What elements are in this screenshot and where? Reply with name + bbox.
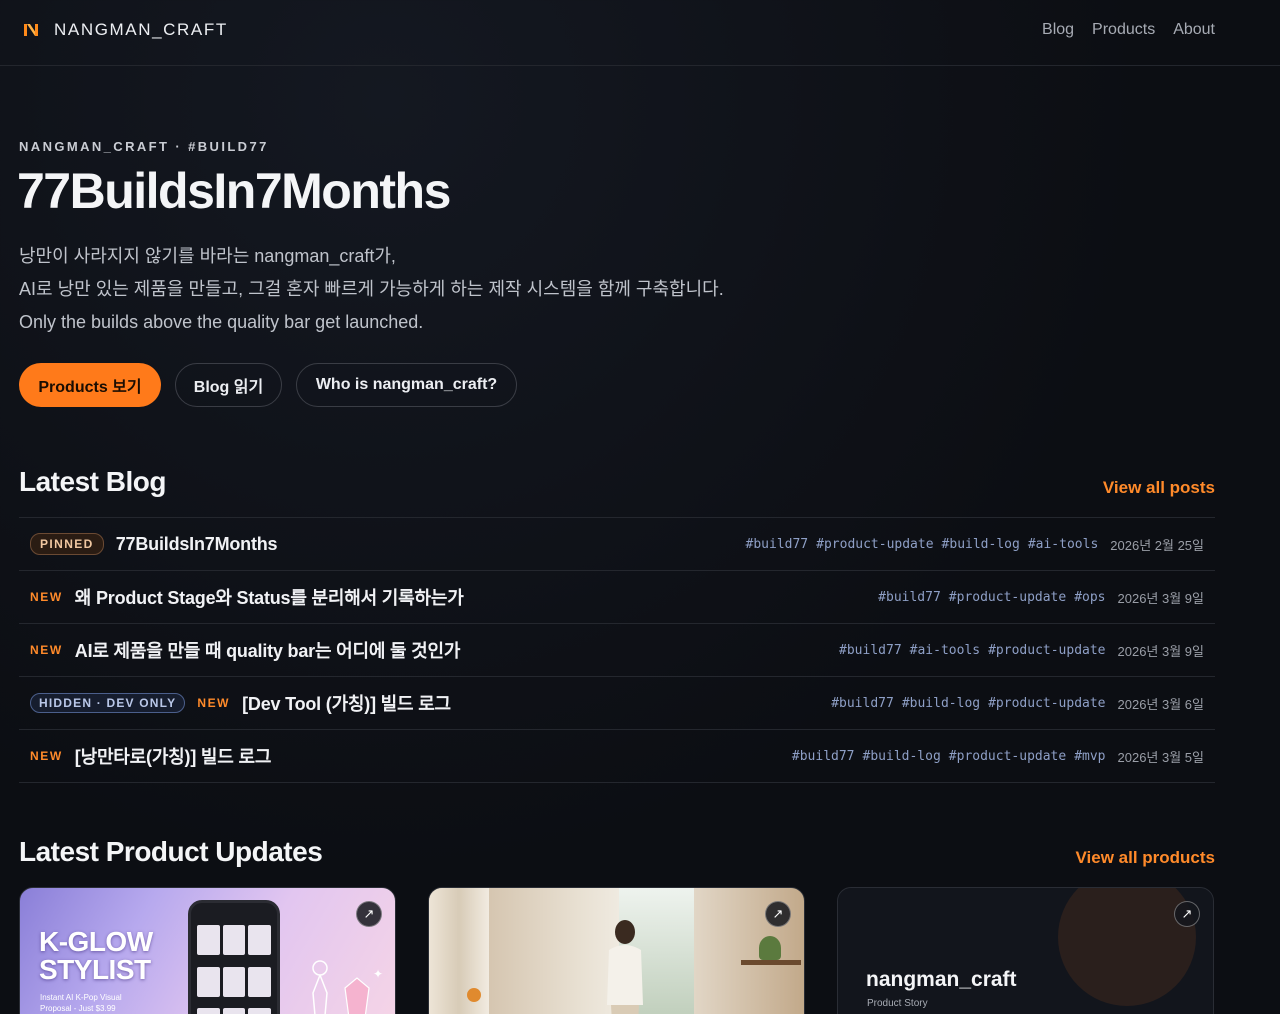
- blog-row-title: 왜 Product Stage와 Status를 분리해서 기록하는가: [74, 588, 464, 608]
- hero-title: 77BuildsIn7Months: [17, 163, 451, 219]
- blog-row-meta: #build77 #build-log #product-update #mvp…: [792, 747, 1204, 766]
- product-story-title: nangman_craft: [866, 968, 1017, 991]
- tag: #product-update: [988, 642, 1106, 658]
- tag-list: #build77 #build-log #product-update #mvp: [792, 749, 1106, 764]
- post-date: 2026년 3월 6일: [1117, 696, 1204, 712]
- products-button[interactable]: Products 보기: [19, 363, 161, 407]
- blog-row[interactable]: NEW AI로 제품을 만들 때 quality bar는 어디에 둘 것인가 …: [19, 624, 1215, 677]
- person-figure-image: [607, 920, 643, 1014]
- main-nav: Blog Products About: [1042, 21, 1215, 39]
- tag-list: #build77 #product-update #ops: [878, 590, 1105, 605]
- hero-description: 낭만이 사라지지 않기를 바라는 nangman_craft가, AI로 낭만 …: [19, 240, 724, 339]
- tag: #product-update: [816, 536, 934, 552]
- tag-list: #build77 #build-log #product-update: [831, 696, 1105, 711]
- nav-link-products[interactable]: Products: [1092, 21, 1155, 39]
- brand-link[interactable]: NANGMAN_CRAFT: [22, 20, 228, 40]
- blog-row[interactable]: NEW [낭만타로(가칭)] 빌드 로그 #build77 #build-log…: [19, 730, 1215, 783]
- svg-text:✦: ✦: [373, 967, 383, 981]
- new-badge: NEW: [30, 643, 63, 657]
- nav-link-blog[interactable]: Blog: [1042, 21, 1074, 39]
- brand-name: NANGMAN_CRAFT: [54, 20, 228, 39]
- about-button[interactable]: Who is nangman_craft?: [296, 363, 517, 407]
- post-date: 2026년 2월 25일: [1110, 537, 1204, 553]
- tag: #build77: [791, 748, 855, 764]
- tag: #build77: [839, 642, 902, 658]
- latest-blog-heading: Latest Blog: [19, 466, 166, 497]
- plant-image: [759, 936, 781, 960]
- new-badge: NEW: [30, 590, 63, 604]
- decorative-circle: [1058, 888, 1196, 1006]
- tag: #ops: [1074, 589, 1106, 605]
- tag-list: #build77 #ai-tools #product-update: [839, 643, 1105, 658]
- blog-button[interactable]: Blog 읽기: [175, 363, 282, 407]
- blog-row-meta: #build77 #ai-tools #product-update 2026년…: [839, 641, 1204, 660]
- blog-row-title: [Dev Tool (가칭)] 빌드 로그: [242, 694, 451, 714]
- tag: #build-log: [941, 536, 1020, 552]
- tag: #ai-tools: [1027, 536, 1099, 552]
- blog-row-meta: #build77 #product-update #build-log #ai-…: [746, 535, 1204, 554]
- open-arrow-icon[interactable]: ↗: [765, 901, 791, 927]
- kglow-title: K-GLOW STYLIST: [39, 928, 153, 984]
- phone-mockup-image: [188, 900, 280, 1014]
- blog-list: PINNED 77BuildsIn7Months #build77 #produ…: [19, 517, 1215, 783]
- post-date: 2026년 3월 9일: [1117, 643, 1204, 659]
- new-badge: NEW: [30, 749, 63, 763]
- tag: #build-log: [862, 748, 941, 764]
- blog-row-title: 77BuildsIn7Months: [115, 533, 278, 554]
- latest-products-heading: Latest Product Updates: [19, 836, 323, 867]
- blog-row-title: [낭만타로(가칭)] 빌드 로그: [74, 747, 272, 767]
- brand-logo-icon: [24, 24, 38, 36]
- blog-row[interactable]: HIDDEN · DEV ONLY NEW [Dev Tool (가칭)] 빌드…: [19, 677, 1215, 730]
- kglow-title-line: K-GLOW: [39, 926, 153, 957]
- tag: #ai-tools: [909, 642, 981, 658]
- hero-desc-line: AI로 낭만 있는 제품을 만들고, 그걸 혼자 빠르게 가능하게 하는 제작 …: [19, 279, 724, 299]
- kglow-subtitle-line: Proposal - Just $3.99: [40, 1004, 116, 1013]
- nav-link-about[interactable]: About: [1173, 21, 1215, 39]
- product-card-nangman-craft[interactable]: nangman_craft Product Story ↗: [837, 887, 1214, 1014]
- product-story-label: Product Story: [867, 998, 928, 1009]
- tag: #build77: [745, 536, 809, 552]
- tag: #product-update: [948, 748, 1067, 764]
- blog-row-meta: #build77 #build-log #product-update 2026…: [831, 694, 1204, 713]
- tag: #build77: [831, 695, 894, 711]
- flower-image: [467, 988, 481, 1002]
- open-arrow-icon[interactable]: ↗: [1174, 901, 1200, 927]
- kglow-subtitle-line: Instant AI K-Pop Visual: [40, 993, 122, 1002]
- product-card-window-scene[interactable]: ↗: [428, 887, 805, 1014]
- shelf-image: [741, 960, 801, 965]
- top-navigation-bar: NANGMAN_CRAFT Blog Products About: [0, 0, 1280, 66]
- tag: #mvp: [1074, 748, 1106, 764]
- blog-row-title: AI로 제품을 만들 때 quality bar는 어디에 둘 것인가: [74, 641, 461, 661]
- hidden-dev-only-badge: HIDDEN · DEV ONLY: [30, 693, 186, 713]
- hero-eyebrow: NANGMAN_CRAFT · #BUILD77: [19, 139, 269, 154]
- post-date: 2026년 3월 9일: [1117, 590, 1204, 606]
- tag-list: #build77 #product-update #build-log #ai-…: [746, 537, 1099, 552]
- new-badge: NEW: [197, 696, 231, 710]
- tag: #product-update: [948, 589, 1067, 605]
- tag: #build77: [878, 589, 941, 605]
- blog-row[interactable]: PINNED 77BuildsIn7Months #build77 #produ…: [19, 518, 1215, 571]
- phone-photo-grid: [197, 925, 271, 1014]
- post-date: 2026년 3월 5일: [1117, 749, 1204, 765]
- hero-desc-line: Only the builds above the quality bar ge…: [19, 312, 424, 332]
- kglow-title-line: STYLIST: [39, 954, 151, 985]
- tag: #product-update: [988, 695, 1106, 711]
- open-arrow-icon[interactable]: ↗: [356, 901, 382, 927]
- kglow-subtitle: Instant AI K-Pop Visual Proposal - Just …: [40, 992, 122, 1014]
- product-card-kglow[interactable]: K-GLOW STYLIST Instant AI K-Pop Visual P…: [19, 887, 396, 1014]
- blog-row[interactable]: NEW 왜 Product Stage와 Status를 분리해서 기록하는가 …: [19, 571, 1215, 624]
- blog-row-meta: #build77 #product-update #ops 2026년 3월 9…: [878, 588, 1204, 607]
- fashion-figure-illustration: ✦: [312, 960, 383, 1014]
- view-all-products-link[interactable]: View all products: [1075, 848, 1215, 868]
- view-all-posts-link[interactable]: View all posts: [1103, 478, 1215, 498]
- hero-desc-line: 낭만이 사라지지 않기를 바라는 nangman_craft가,: [19, 246, 396, 266]
- tag: #build-log: [901, 695, 981, 711]
- pinned-badge: PINNED: [30, 533, 104, 555]
